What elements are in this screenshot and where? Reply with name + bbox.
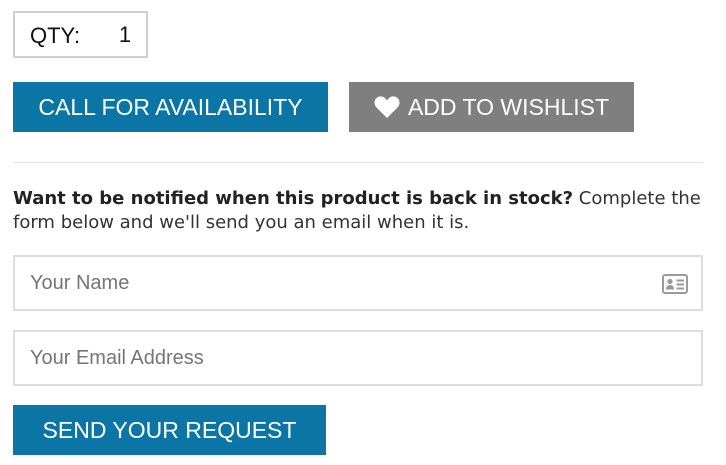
heart-icon: [374, 96, 400, 118]
email-input[interactable]: [15, 332, 701, 384]
contact-card-icon: [662, 274, 688, 294]
add-to-wishlist-button[interactable]: ADD TO WISHLIST: [349, 82, 634, 132]
back-in-stock-question: Want to be notified when this product is…: [13, 188, 574, 209]
email-field: [13, 330, 703, 386]
name-field: [13, 255, 703, 311]
send-request-button[interactable]: SEND YOUR REQUEST: [13, 405, 326, 455]
add-to-wishlist-label: ADD TO WISHLIST: [407, 93, 610, 120]
send-request-label: SEND YOUR REQUEST: [42, 416, 297, 443]
section-divider: [13, 162, 703, 163]
call-for-availability-button[interactable]: CALL FOR AVAILABILITY: [13, 82, 328, 132]
quantity-label: QTY:: [30, 23, 81, 48]
quantity-input[interactable]: [105, 19, 145, 51]
name-input[interactable]: [15, 257, 701, 309]
call-for-availability-label: CALL FOR AVAILABILITY: [38, 93, 303, 120]
back-in-stock-notice: Want to be notified when this product is…: [13, 187, 703, 235]
quantity-box: QTY:: [13, 11, 148, 58]
